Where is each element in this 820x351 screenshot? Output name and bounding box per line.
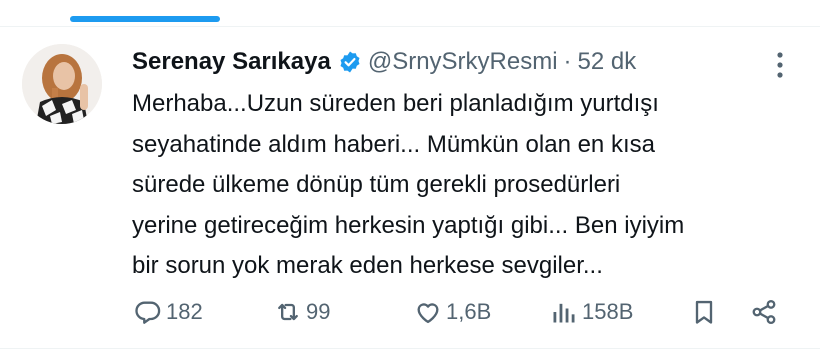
tweet-text: Merhaba...Uzun süreden beri planladığım …	[132, 90, 685, 279]
tweet-header: Serenay Sarıkaya @SrnySrkyResmi · 52 dk	[132, 44, 636, 80]
top-divider	[0, 26, 820, 27]
avatar-image	[22, 44, 102, 124]
handle[interactable]: @SrnySrkyResmi	[368, 48, 558, 76]
active-tab-indicator	[70, 16, 220, 22]
analytics-icon	[553, 303, 575, 323]
views-button[interactable]: 158B	[550, 292, 633, 332]
like-button[interactable]: 1,6B	[414, 292, 491, 332]
share-button[interactable]	[750, 292, 778, 332]
bookmark-button[interactable]	[690, 292, 718, 332]
views-count: 158B	[582, 299, 634, 324]
more-options-button[interactable]	[768, 50, 792, 80]
retweet-icon	[278, 303, 298, 321]
display-name[interactable]: Serenay Sarıkaya	[132, 48, 331, 76]
avatar[interactable]	[22, 44, 102, 124]
retweet-count: 99	[306, 299, 331, 324]
retweet-button[interactable]: 99	[274, 292, 330, 332]
reply-icon	[135, 301, 161, 324]
like-count: 1,6B	[446, 299, 492, 324]
timestamp[interactable]: 52 dk	[578, 48, 637, 76]
reply-button[interactable]: 182	[134, 292, 203, 332]
verified-badge-icon	[338, 50, 362, 74]
bottom-divider	[0, 348, 820, 349]
bookmark-icon	[695, 300, 713, 324]
share-icon	[752, 299, 776, 325]
more-vertical-icon	[777, 52, 783, 78]
heart-icon	[417, 303, 439, 324]
reply-count: 182	[166, 299, 203, 324]
separator-dot: ·	[563, 48, 572, 75]
action-bar: 182 99 1,6B 158B	[0, 292, 820, 332]
